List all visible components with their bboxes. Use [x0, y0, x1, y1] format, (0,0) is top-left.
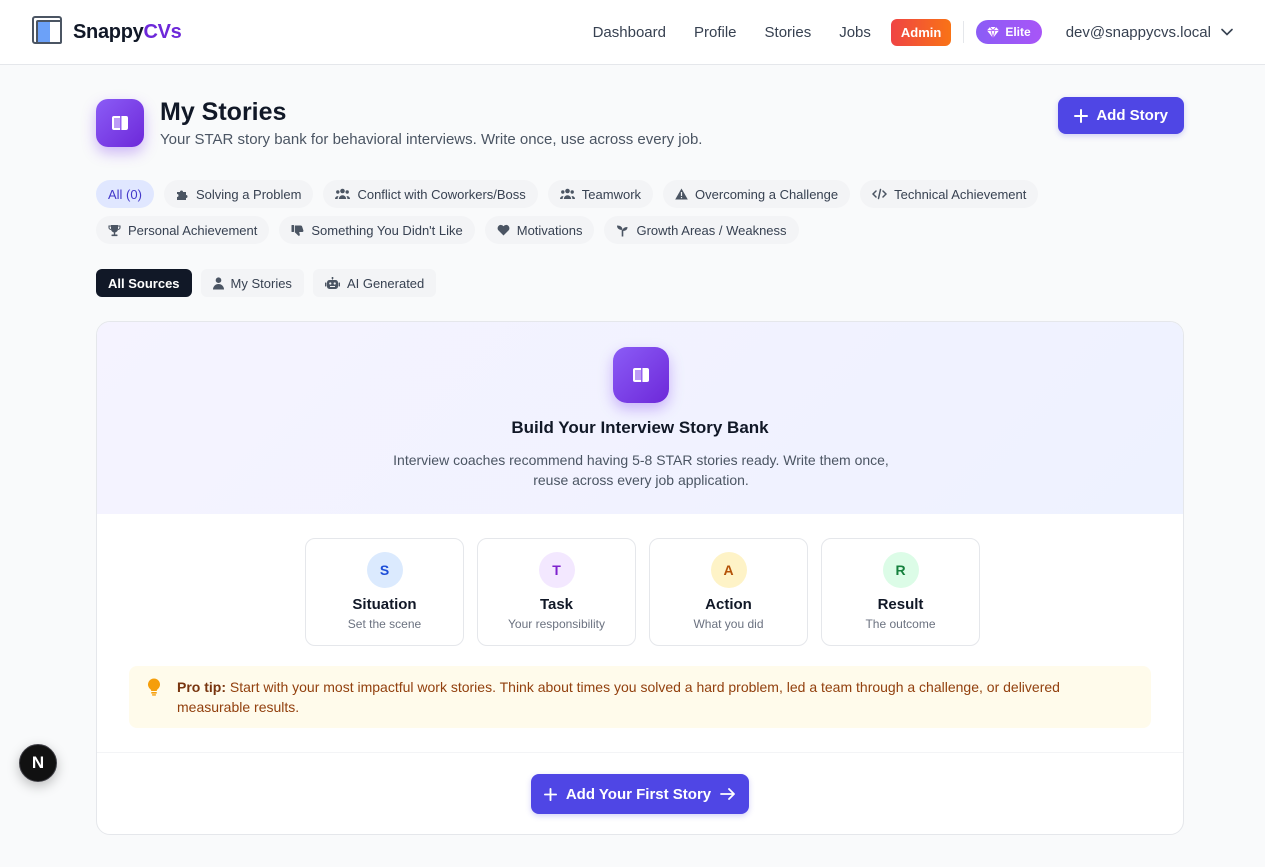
thumbs-down-icon: [291, 224, 304, 236]
add-first-story-button[interactable]: Add Your First Story: [531, 774, 749, 814]
empty-state-title: Build Your Interview Story Bank: [511, 418, 769, 437]
elite-label: Elite: [1005, 25, 1031, 39]
source-label: AI Generated: [346, 275, 425, 291]
source-ai-generated[interactable]: AI Generated: [312, 269, 437, 297]
users-icon: [559, 188, 575, 199]
star-letter-badge: R: [882, 552, 919, 588]
chip-label: Growth Areas / Weakness: [636, 222, 787, 238]
category-chip-solving-a-problem[interactable]: Solving a Problem: [163, 180, 314, 208]
brand-name-part1: Snappy: [73, 20, 144, 43]
add-story-button[interactable]: Add Story: [1058, 97, 1184, 134]
star-letter-badge: A: [710, 552, 747, 588]
star-desc: Your responsibility: [508, 617, 605, 631]
star-card-task: T Task Your responsibility: [477, 538, 636, 646]
top-navbar: SnappyCVs Dashboard Profile Stories Jobs…: [0, 0, 1265, 65]
user-icon: [212, 276, 224, 289]
pro-tip-text: Start with your most impactful work stor…: [177, 679, 1060, 715]
source-label: My Stories: [230, 275, 292, 291]
category-chip-all[interactable]: All (0): [96, 180, 154, 208]
puzzle-icon: [176, 190, 188, 200]
chip-label: Teamwork: [581, 186, 642, 202]
nav-profile[interactable]: Profile: [694, 24, 737, 41]
category-chip-teamwork[interactable]: Teamwork: [547, 180, 654, 208]
trophy-icon: [108, 224, 121, 236]
star-card-action: A Action What you did: [649, 538, 808, 646]
category-chip-growth-areas[interactable]: Growth Areas / Weakness: [604, 216, 799, 244]
chip-label: Something You Didn't Like: [311, 222, 463, 238]
heart-icon: [497, 224, 510, 236]
brand-name: SnappyCVs: [73, 20, 182, 44]
star-desc: What you did: [693, 617, 764, 631]
chevron-down-icon: [1221, 28, 1233, 36]
nav-stories[interactable]: Stories: [765, 24, 812, 41]
code-icon: [872, 188, 888, 200]
empty-state-description: Interview coaches recommend having 5-8 S…: [393, 452, 889, 488]
nav-dashboard[interactable]: Dashboard: [593, 24, 666, 41]
main-content: My Stories Your STAR story bank for beha…: [96, 65, 1184, 835]
main-nav: Dashboard Profile Stories Jobs Admin Eli…: [593, 18, 1233, 46]
category-chip-motivations[interactable]: Motivations: [484, 216, 595, 244]
star-desc: Set the scene: [347, 617, 422, 631]
chip-label: Conflict with Coworkers/Boss: [357, 186, 526, 202]
arrow-right-icon: [720, 788, 736, 800]
page-header: My Stories Your STAR story bank for beha…: [96, 65, 1184, 165]
category-chip-overcoming-a-challenge[interactable]: Overcoming a Challenge: [663, 180, 851, 208]
admin-badge[interactable]: Admin: [890, 18, 952, 46]
category-chip-technical-achievement[interactable]: Technical Achievement: [860, 180, 1039, 208]
pro-tip-label: Pro tip:: [177, 679, 226, 695]
add-story-label: Add Story: [1096, 107, 1168, 124]
category-chip-personal-achievement[interactable]: Personal Achievement: [96, 216, 270, 244]
seedling-icon: [617, 225, 628, 236]
star-desc: The outcome: [865, 617, 936, 631]
star-card-result: R Result The outcome: [821, 538, 980, 646]
source-label: All Sources: [108, 275, 180, 291]
page-subtitle: Your STAR story bank for behavioral inte…: [160, 131, 703, 148]
star-letter-badge: T: [538, 552, 575, 588]
source-filters: All Sources My Stories AI Generated: [96, 269, 437, 297]
star-name: Result: [877, 596, 924, 613]
empty-state-card: Build Your Interview Story Bank Intervie…: [96, 321, 1184, 835]
star-name: Situation: [352, 596, 417, 613]
star-method-cards: S Situation Set the scene T Task Your re…: [305, 538, 980, 646]
diamond-icon: [987, 26, 1000, 38]
lightbulb-icon: [148, 678, 160, 696]
chip-label: Technical Achievement: [894, 186, 1027, 202]
robot-icon: [324, 276, 340, 289]
pro-tip-banner: Pro tip: Start with your most impactful …: [129, 666, 1151, 728]
category-chip-something-you-didnt-like[interactable]: Something You Didn't Like: [279, 216, 475, 244]
source-my-stories[interactable]: My Stories: [200, 269, 304, 297]
add-first-story-label: Add Your First Story: [565, 785, 712, 803]
category-filters: All (0) Solving a Problem Conflict with …: [96, 180, 1096, 252]
category-chip-conflict[interactable]: Conflict with Coworkers/Boss: [323, 180, 538, 208]
page-title: My Stories: [160, 98, 287, 126]
nav-divider: [963, 21, 965, 43]
book-icon: [613, 347, 669, 403]
plus-icon: [543, 787, 557, 801]
empty-state-footer: Add Your First Story: [97, 752, 1183, 834]
plus-icon: [1074, 108, 1089, 123]
chip-label: Solving a Problem: [195, 186, 302, 202]
users-icon: [335, 188, 351, 199]
star-letter-badge: S: [366, 552, 403, 588]
source-all[interactable]: All Sources: [96, 269, 192, 297]
star-name: Action: [705, 596, 752, 613]
chip-label: Personal Achievement: [128, 222, 258, 238]
chip-label: Overcoming a Challenge: [695, 186, 839, 202]
chip-label: Motivations: [516, 222, 583, 238]
elite-badge[interactable]: Elite: [976, 20, 1042, 44]
chip-label: All (0): [108, 186, 142, 202]
empty-state-hero: Build Your Interview Story Bank Intervie…: [97, 322, 1183, 514]
book-icon: [96, 99, 144, 147]
user-email: dev@snappycvs.local: [1065, 23, 1211, 41]
logo-icon: [32, 16, 64, 48]
star-name: Task: [539, 596, 574, 613]
star-card-situation: S Situation Set the scene: [305, 538, 464, 646]
dev-tools-badge[interactable]: N: [19, 744, 57, 782]
nav-jobs[interactable]: Jobs: [839, 24, 871, 41]
user-menu[interactable]: dev@snappycvs.local: [1066, 24, 1233, 41]
brand-logo[interactable]: SnappyCVs: [32, 16, 182, 48]
warning-icon: [675, 188, 688, 200]
brand-name-part2: CVs: [143, 20, 182, 43]
